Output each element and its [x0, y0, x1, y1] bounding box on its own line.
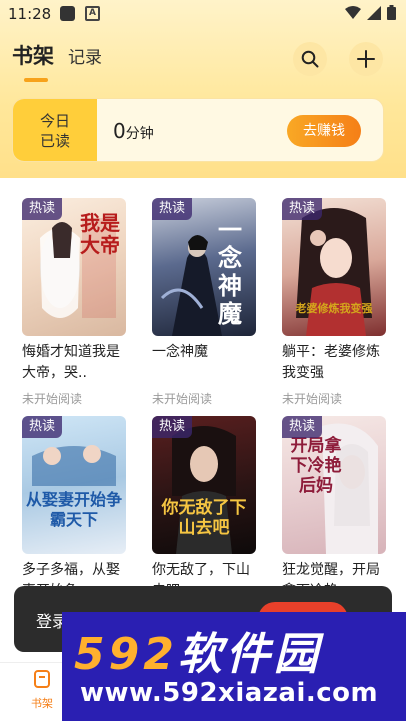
watermark-banner: 592软件园 www.592xiazai.com — [62, 612, 406, 721]
book-item[interactable]: 老婆修炼我变强 热读 躺平：老婆修炼我变强 未开始阅读 — [282, 198, 386, 407]
cell-signal-icon — [367, 5, 381, 20]
hot-badge: 热读 — [152, 416, 192, 438]
cover-title-text: 我是大帝 — [80, 211, 120, 257]
watermark-logo: 592软件园 — [74, 629, 322, 680]
book-item[interactable]: 我是大帝 热读 悔婚才知道我是大帝，哭.. 未开始阅读 — [22, 198, 126, 407]
read-minutes: 0分钟 — [113, 119, 154, 143]
cover-title-text: 从娶妻开始争霸天下 — [26, 490, 123, 529]
book-title: 一念神魔 — [152, 344, 208, 360]
hot-badge: 热读 — [152, 198, 192, 220]
book-status: 未开始阅读 — [282, 392, 343, 406]
status-time: 11:28 — [8, 5, 52, 23]
hot-badge: 热读 — [22, 416, 62, 438]
watermark-url: www.592xiazai.com — [80, 678, 379, 708]
book-item[interactable]: 从娶妻开始争霸天下 热读 多子多福，从娶妻开始争 — [22, 416, 126, 602]
cover-title-text: 开局拿下冷艳后妈 — [290, 436, 342, 496]
earn-money-button[interactable]: 去赚钱 — [287, 115, 361, 147]
status-bar: 11:28 A — [0, 0, 406, 28]
book-title: 躺平：老婆修炼我变强 — [282, 344, 380, 381]
book-cover[interactable]: 开局拿下冷艳后妈 热读 — [282, 416, 386, 554]
tab-history[interactable]: 记录 — [68, 43, 102, 70]
bookshelf-icon — [34, 670, 50, 688]
top-tabs: 书架 记录 — [12, 40, 102, 82]
book-status: 未开始阅读 — [152, 392, 213, 406]
book-cover[interactable]: 一念神魔 热读 — [152, 198, 256, 336]
book-status: 未开始阅读 — [22, 392, 83, 406]
book-cover[interactable]: 老婆修炼我变强 热读 — [282, 198, 386, 336]
wifi-icon — [345, 5, 361, 19]
notification-icon — [60, 6, 75, 21]
plus-icon — [357, 50, 375, 68]
book-cover[interactable]: 从娶妻开始争霸天下 热读 — [22, 416, 126, 554]
tab-bookshelf[interactable]: 书架 — [12, 40, 54, 82]
cover-title-text: 老婆修炼我变强 — [295, 302, 373, 315]
book-cover[interactable]: 我是大帝 热读 — [22, 198, 126, 336]
reading-stats-card: 今日 已读 0分钟 去赚钱 — [12, 98, 384, 162]
search-button[interactable] — [293, 42, 327, 76]
today-read-label: 今日 已读 — [13, 99, 97, 161]
add-book-button[interactable] — [349, 42, 383, 76]
search-icon — [301, 50, 319, 68]
hot-badge: 热读 — [282, 198, 322, 220]
nav-item-bookshelf[interactable]: 书架 — [22, 669, 62, 711]
book-cover[interactable]: 你无敌了下山去吧 热读 — [152, 416, 256, 554]
notification-a-icon: A — [85, 6, 100, 21]
nav-label-bookshelf: 书架 — [31, 697, 53, 710]
book-item[interactable]: 开局拿下冷艳后妈 热读 狂龙觉醒，开局拿下冷艳 — [282, 416, 386, 602]
book-item[interactable]: 一念神魔 热读 一念神魔 未开始阅读 — [152, 198, 256, 407]
battery-icon — [387, 5, 396, 20]
hot-badge: 热读 — [282, 416, 322, 438]
hot-badge: 热读 — [22, 198, 62, 220]
cover-title-text: 你无敌了下山去吧 — [161, 498, 247, 538]
book-title: 悔婚才知道我是大帝，哭.. — [22, 344, 120, 381]
cover-title-text: 一念神魔 — [218, 215, 242, 328]
book-item[interactable]: 你无敌了下山去吧 热读 你无敌了，下山去吧 — [152, 416, 256, 602]
